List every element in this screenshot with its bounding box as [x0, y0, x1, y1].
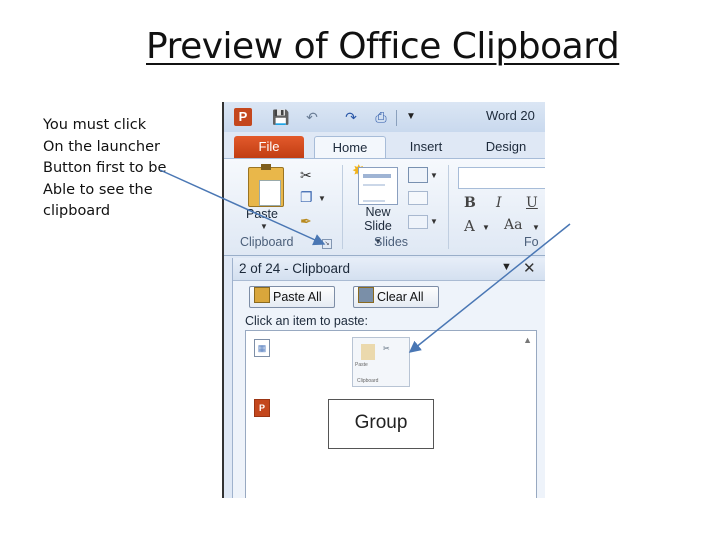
clipboard-item-text[interactable]: Group	[328, 399, 434, 449]
clear-all-icon	[358, 287, 374, 303]
redo-icon[interactable]: ↷	[342, 108, 360, 126]
quick-access-toolbar: P 💾 ↶ ↷ ⎙ ▼ Word 20	[224, 102, 545, 132]
scroll-up-icon[interactable]: ▲	[523, 335, 532, 345]
note-line: You must click	[43, 117, 147, 133]
clear-all-label: Clear All	[377, 290, 424, 304]
new-slide-icon[interactable]	[358, 167, 398, 205]
note-line: clipboard	[43, 203, 111, 220]
note-line: On the launcher	[43, 138, 160, 155]
layout-icon[interactable]	[408, 167, 428, 183]
new-slide-label-line: Slide	[364, 219, 392, 233]
tab-file[interactable]: File	[234, 136, 304, 158]
paste-hint: Click an item to paste:	[245, 314, 368, 328]
group-divider	[448, 165, 449, 249]
clipboard-item-image[interactable]: ✂ Paste Clipboard	[352, 337, 410, 387]
close-icon[interactable]: ✕	[523, 259, 536, 277]
clipboard-group-label: Clipboard	[240, 235, 294, 249]
format-painter-icon[interactable]: ✒	[300, 213, 312, 230]
clipboard-pane: 2 of 24 - Clipboard ▼ ✕ Paste All Clear …	[232, 258, 545, 498]
copy-dropdown-icon[interactable]: ▼	[318, 194, 326, 203]
instruction-note: You must click On the launcher Button fi…	[43, 115, 183, 223]
group-divider	[342, 165, 343, 249]
copy-icon[interactable]: ❐	[300, 189, 313, 206]
font-color-dropdown-icon[interactable]: ▼	[482, 223, 490, 232]
clipboard-pane-title: 2 of 24 - Clipboard	[239, 261, 351, 276]
section-icon[interactable]	[408, 215, 428, 229]
clear-all-button[interactable]: Clear All	[353, 286, 439, 308]
print-preview-icon[interactable]: ⎙	[372, 108, 390, 126]
italic-button[interactable]: I	[496, 195, 502, 211]
powerpoint-item-icon: P	[254, 399, 270, 417]
section-dropdown-icon[interactable]: ▼	[430, 217, 438, 226]
reset-icon[interactable]	[408, 191, 428, 205]
pane-options-icon[interactable]: ▼	[501, 261, 512, 273]
powerpoint-screenshot: P 💾 ↶ ↷ ⎙ ▼ Word 20 File Home Insert Des…	[222, 102, 545, 498]
font-group-label: Fo	[524, 235, 539, 249]
paste-all-label: Paste All	[273, 290, 322, 304]
note-line: Button first to be	[43, 160, 167, 177]
toolbar-divider	[396, 110, 397, 126]
paste-dropdown-icon[interactable]: ▼	[260, 222, 268, 231]
paste-all-button[interactable]: Paste All	[249, 286, 335, 308]
underline-button[interactable]: U	[526, 195, 538, 211]
picture-item-icon: ▦	[254, 339, 270, 357]
cut-icon[interactable]: ✂	[300, 167, 312, 184]
layout-dropdown-icon[interactable]: ▼	[430, 171, 438, 180]
clipboard-item-label: Group	[354, 412, 408, 433]
font-name-box[interactable]	[458, 167, 545, 189]
paste-thumb-icon	[361, 344, 375, 360]
slides-group-label: Slides	[374, 235, 409, 249]
paste-icon[interactable]	[248, 164, 284, 207]
font-color-button[interactable]: A	[464, 217, 475, 235]
clipboard-launcher-icon[interactable]: ↘	[322, 239, 332, 249]
tab-home[interactable]: Home	[314, 136, 386, 159]
ribbon-tabs: File Home Insert Design	[224, 132, 545, 159]
powerpoint-logo-icon[interactable]: P	[234, 108, 252, 126]
slide-title: Preview of Office Clipboard	[146, 26, 620, 67]
tools-thumb-icon: ✂	[383, 344, 390, 353]
undo-icon[interactable]: ↶	[303, 108, 321, 126]
change-case-button[interactable]: Aa	[504, 217, 522, 233]
save-icon[interactable]: 💾	[272, 108, 290, 126]
customize-dropdown-icon[interactable]: ▼	[402, 108, 420, 126]
tab-insert[interactable]: Insert	[400, 136, 452, 158]
window-title: Word 20	[486, 108, 535, 123]
bold-button[interactable]: B	[464, 195, 476, 211]
tab-design[interactable]: Design	[478, 136, 534, 158]
new-slide-label-line: New	[365, 205, 391, 219]
clipboard-item-list: ▲ ▦ ✂ Paste Clipboard P Group	[245, 330, 537, 498]
clipboard-pane-header: 2 of 24 - Clipboard ▼ ✕	[233, 258, 545, 281]
note-line: Able to see the	[43, 181, 153, 198]
paste-all-icon	[254, 287, 270, 303]
change-case-dropdown-icon[interactable]: ▼	[532, 223, 540, 232]
ribbon-home: Paste ▼ ✂ ❐ ▼ ✒ Clipboard ↘ ✸ New Slide …	[224, 158, 545, 256]
thumb-clipboard-label: Clipboard	[357, 378, 379, 384]
thumb-paste-label: Paste	[355, 362, 368, 368]
paste-button-label[interactable]: Paste	[246, 207, 278, 221]
